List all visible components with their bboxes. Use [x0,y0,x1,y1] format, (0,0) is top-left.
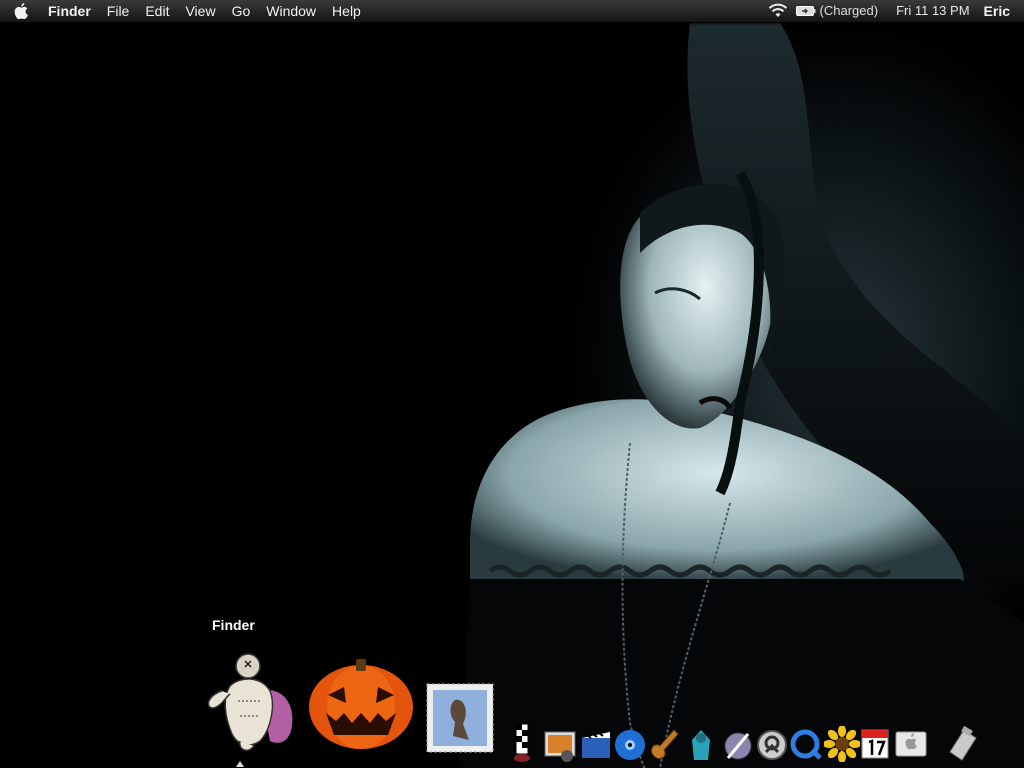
idvd-dock-icon[interactable] [613,728,647,762]
ical-dock-icon[interactable] [860,728,890,760]
desktop-wallpaper [0,23,1024,768]
menu-file[interactable]: File [99,0,138,22]
menu-edit[interactable]: Edit [137,0,177,22]
menu-help[interactable]: Help [324,0,369,22]
menu-app-finder[interactable]: Finder [40,0,99,22]
battery-status-text: (Charged) [819,3,879,18]
battery-icon[interactable] [795,5,816,17]
system-preferences-dock-icon[interactable] [686,726,716,762]
trash-dock-icon[interactable] [946,726,980,762]
iphoto-dock-icon[interactable] [543,728,577,762]
menu-window[interactable]: Window [258,0,324,22]
dock-tooltip: Finder [212,617,255,633]
menu-go[interactable]: Go [224,0,259,22]
imovie-dock-icon[interactable] [579,728,613,762]
finder-dock-icon[interactable] [200,646,300,756]
mail-dock-icon[interactable] [425,682,495,754]
fast-user-switch-menu[interactable]: Eric [984,0,1010,22]
apple-menu-icon[interactable] [14,3,28,19]
sunflower-dock-icon[interactable] [824,726,860,762]
sync-dock-icon[interactable] [756,728,788,762]
quicktime-dock-icon[interactable] [790,728,822,762]
jack-o-lantern-dock-icon[interactable] [306,655,416,753]
quill-dock-icon[interactable] [722,728,754,762]
menu-bar: Finder File Edit View Go Window Help (Ch… [0,0,1024,23]
apple-store-dock-icon[interactable] [894,728,928,760]
garageband-dock-icon[interactable] [648,726,682,762]
menubar-clock[interactable]: Fri 11 13 PM [896,0,969,22]
wifi-icon[interactable] [768,3,788,19]
chess-dock-icon[interactable] [512,722,532,764]
menu-view[interactable]: View [177,0,223,22]
running-indicator-finder [236,761,244,767]
